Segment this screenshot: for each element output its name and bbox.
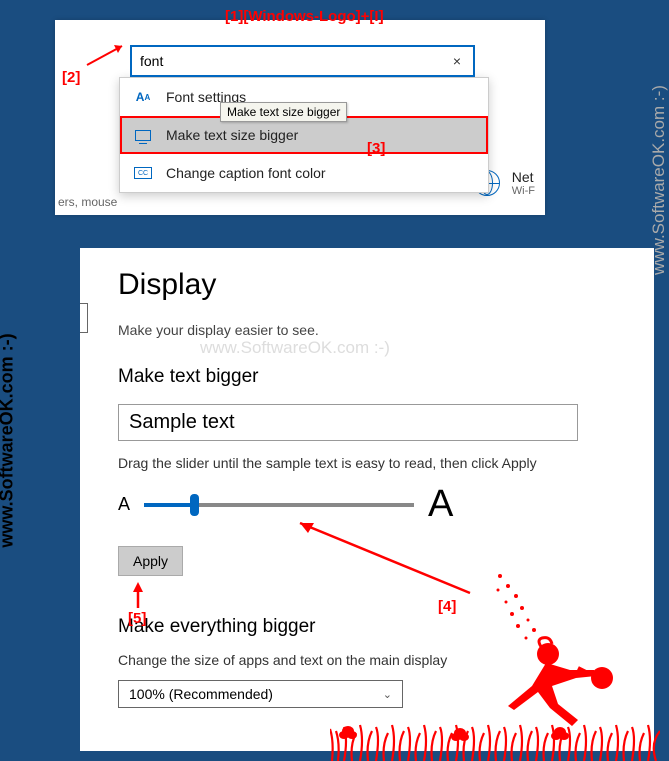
annotation-1: [1][Windows-Logo]+[I] — [225, 8, 384, 25]
a-small-label: A — [118, 494, 130, 515]
arrow-4 — [290, 515, 480, 600]
result-caption-font-color[interactable]: CC Change caption font color — [120, 154, 488, 192]
display-scale-select[interactable]: 100% (Recommended) ⌄ — [118, 680, 403, 708]
page-subtitle: Make your display easier to see. — [118, 322, 624, 338]
slider-track — [196, 503, 414, 507]
text-size-slider[interactable] — [144, 503, 414, 507]
monitor-icon — [134, 126, 152, 144]
chevron-down-icon: ⌄ — [383, 688, 392, 701]
apply-button[interactable]: Apply — [118, 546, 183, 576]
devices-fragment: ers, mouse — [58, 195, 117, 209]
settings-search-box[interactable]: × — [130, 45, 475, 77]
annotation-2: [2] — [62, 69, 80, 86]
annotation-5: [5] — [128, 610, 146, 627]
left-edge-fragment — [80, 303, 88, 333]
result-label: Make text size bigger — [166, 127, 298, 143]
arrow-2 — [82, 40, 132, 70]
tooltip: Make text size bigger — [220, 102, 347, 122]
sample-text-box: Sample text — [118, 404, 578, 441]
result-label: Change caption font color — [166, 165, 326, 181]
scale-value: 100% (Recommended) — [129, 686, 273, 702]
section-make-text-bigger: Make text bigger — [118, 366, 624, 388]
section-make-everything-bigger: Make everything bigger — [118, 616, 624, 638]
annotation-4: [4] — [438, 598, 456, 615]
search-results-dropdown: AA Font settings Make text size bigger C… — [119, 77, 489, 193]
slider-fill — [144, 503, 196, 507]
slider-description: Drag the slider until the sample text is… — [118, 455, 624, 471]
arrow-5 — [126, 580, 150, 612]
search-input[interactable] — [140, 53, 449, 69]
font-icon: AA — [134, 88, 152, 106]
page-title: Display — [118, 268, 624, 302]
annotation-3: [3] — [367, 140, 385, 157]
slider-thumb[interactable] — [190, 494, 199, 516]
display-settings-panel: Display Make your display easier to see.… — [80, 248, 654, 751]
watermark-right: www.SoftwareOK.com :-) — [649, 85, 669, 275]
cc-icon: CC — [134, 164, 152, 182]
watermark-left: www.SoftwareOK.com :-) — [0, 333, 18, 547]
scale-description: Change the size of apps and text on the … — [118, 652, 624, 668]
wifi-label: Wi-F — [512, 185, 535, 197]
network-label: Net — [512, 169, 535, 185]
clear-icon[interactable]: × — [449, 53, 465, 69]
